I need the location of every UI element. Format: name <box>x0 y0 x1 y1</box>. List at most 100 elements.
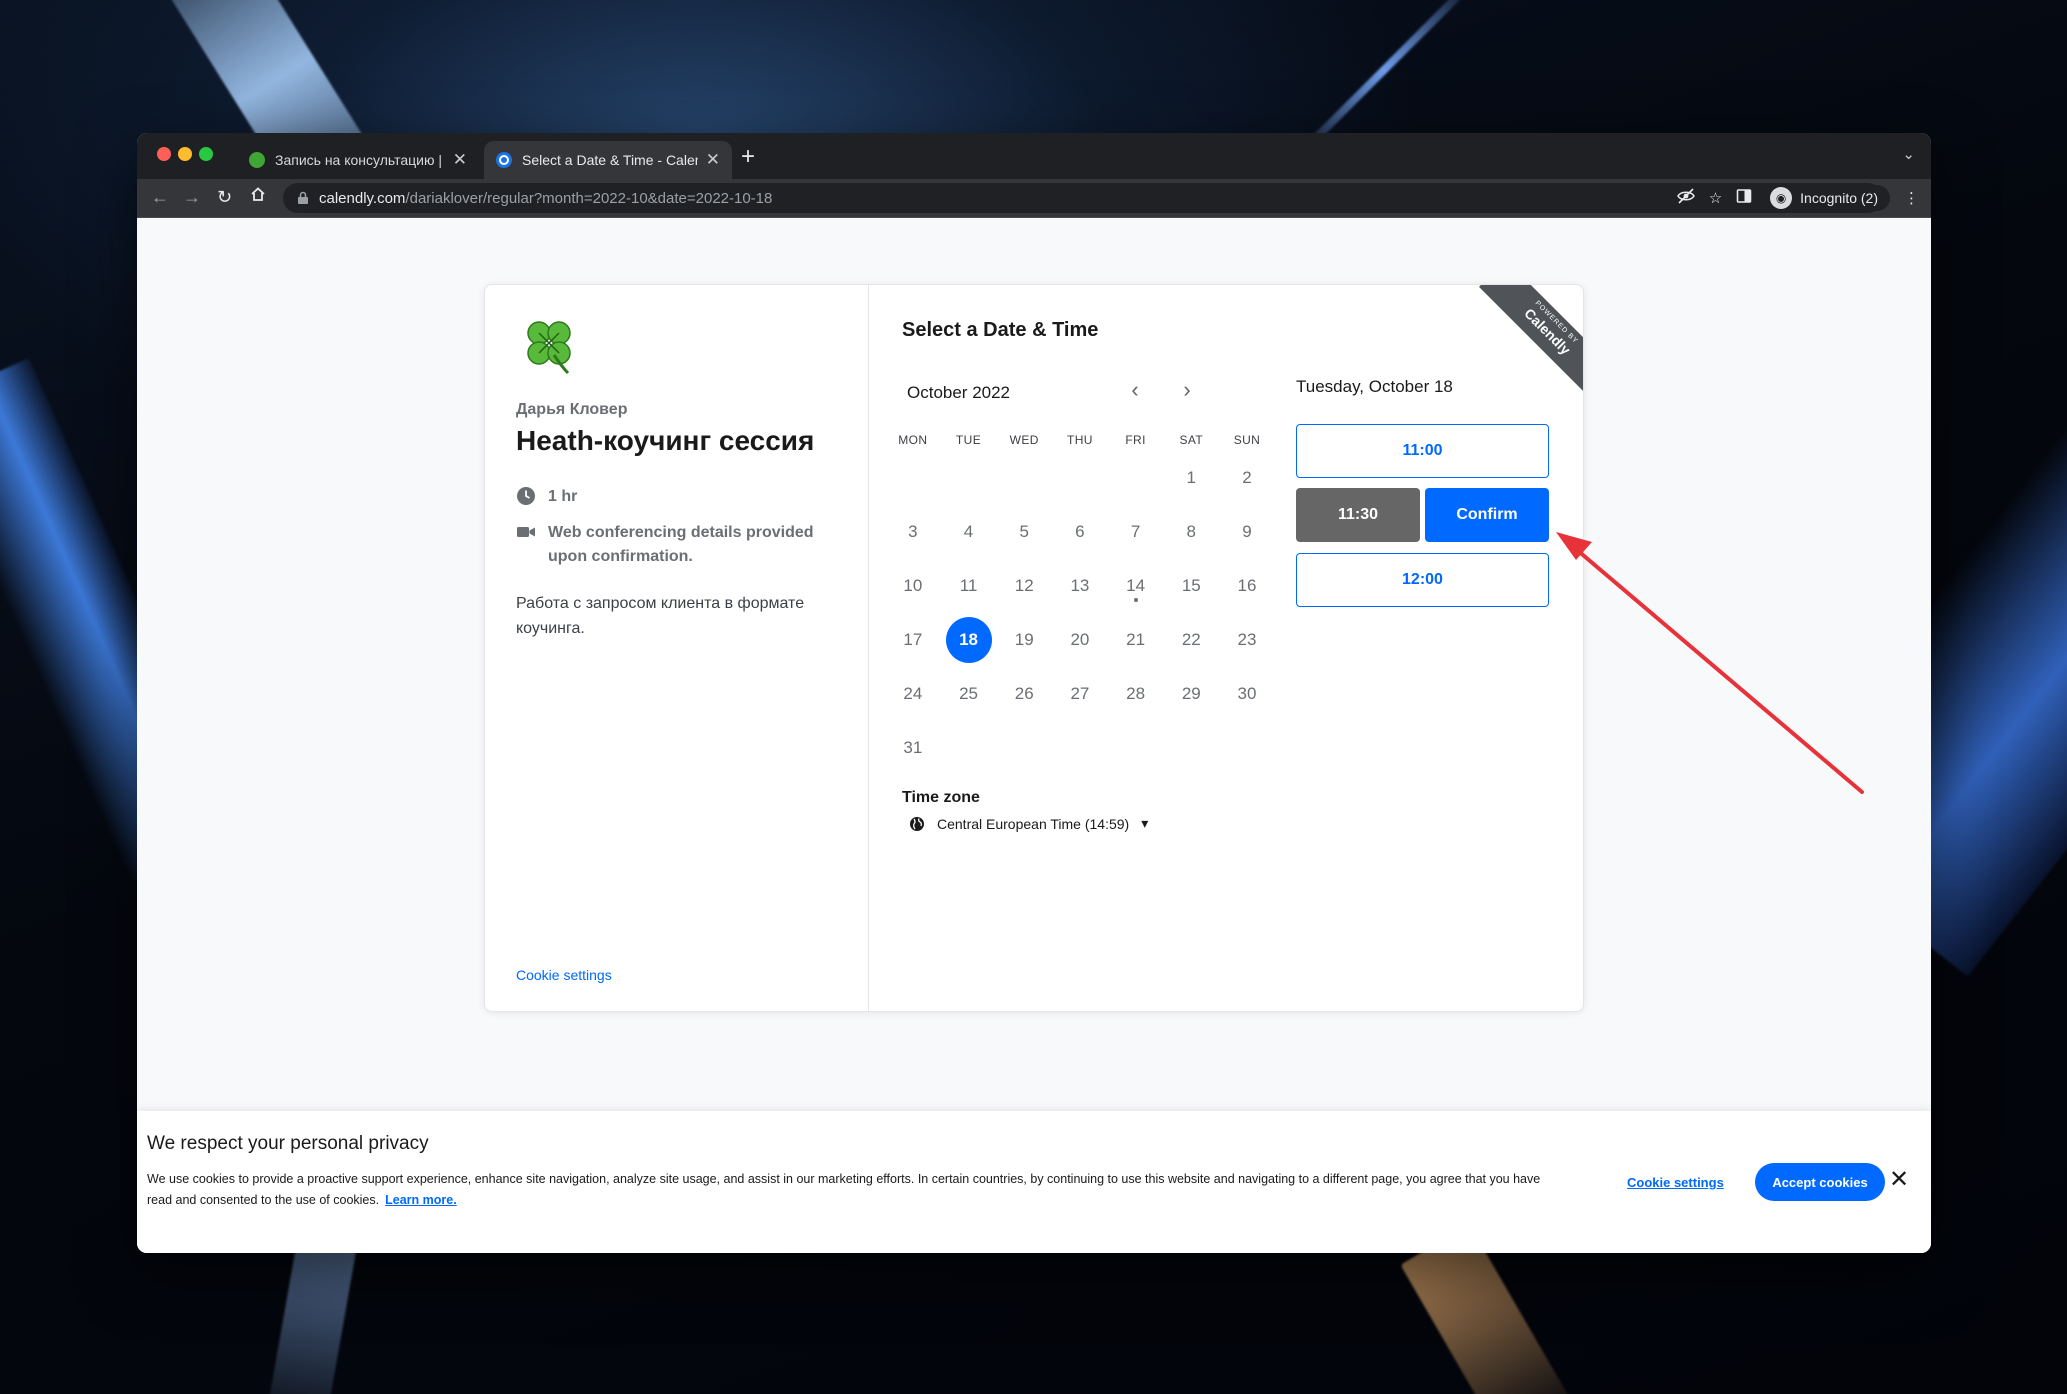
calendar-empty-cell <box>1108 451 1164 505</box>
video-camera-icon <box>517 527 535 537</box>
calendar-day: 7 <box>1108 505 1164 559</box>
calendar-day-number: 15 <box>1181 576 1201 595</box>
ribbon-band: POWERED BY Calendly <box>1479 285 1583 391</box>
tab-strip: Запись на консультацию | Дар ✕ Select a … <box>137 133 1931 179</box>
home-icon[interactable] <box>249 185 267 209</box>
page-content: Дарья Кловер Heath-коучинг сессия 1 hr W… <box>137 218 1931 1253</box>
event-location: Web conferencing details provided upon c… <box>516 521 836 569</box>
chevron-right-icon[interactable]: › <box>1175 377 1199 403</box>
calendar-day-number: 7 <box>1130 522 1141 541</box>
calendar-day: 9 <box>1219 505 1275 559</box>
calendar-day-number: 30 <box>1237 684 1257 703</box>
calendar-day-number: 19 <box>1014 630 1034 649</box>
calendar-week: 12 <box>885 451 1275 505</box>
eye-off-icon[interactable] <box>1676 188 1695 208</box>
page-title: Select a Date & Time <box>902 319 1099 341</box>
new-tab-icon[interactable]: + <box>741 143 755 171</box>
chevron-down-icon[interactable]: ⌄ <box>1902 145 1915 163</box>
calendar-day: 24 <box>885 667 941 721</box>
tab-title: Запись на консультацию | Дар <box>275 152 445 168</box>
cookie-settings-button[interactable]: Cookie settings <box>1627 1175 1724 1190</box>
learn-more-link[interactable]: Learn more. <box>385 1193 457 1207</box>
calendar-day: 22 <box>1163 613 1219 667</box>
bookmark-star-icon[interactable]: ☆ <box>1709 189 1722 207</box>
weekday-label: FRI <box>1125 433 1146 447</box>
calendar-day-number: 27 <box>1070 684 1090 703</box>
address-bar[interactable]: calendly.com/dariaklover/regular?month=2… <box>283 183 1883 213</box>
calendar-day: 25 <box>941 667 997 721</box>
powered-by-ribbon[interactable]: POWERED BY Calendly <box>1479 285 1583 391</box>
weekday-label: TUE <box>955 433 982 447</box>
back-icon[interactable]: ← <box>151 185 169 209</box>
calendar-day: 13 <box>1052 559 1108 613</box>
calendar-empty-cell <box>941 451 997 505</box>
clover-favicon-icon <box>249 152 265 168</box>
time-slot-button[interactable]: 11:00 <box>1296 424 1549 478</box>
calendar-day-number: 3 <box>908 522 918 541</box>
close-tab-icon[interactable]: ✕ <box>453 150 467 170</box>
calendar-week: 31 <box>885 721 1275 775</box>
calendar-day-number: 6 <box>1075 522 1085 541</box>
cookie-banner: We respect your personal privacy We use … <box>137 1111 1931 1253</box>
calendar-day-number: 12 <box>1014 576 1034 595</box>
calendar-day: 4 <box>941 505 997 559</box>
weekday-label: SAT <box>1179 433 1204 447</box>
calendar-grid: MON TUE WED THU FRI SAT SUN 1 2 3 4 5 6 7 8 9 10 11 12 13 1… <box>885 433 1275 775</box>
calendar-day: 28 <box>1108 667 1164 721</box>
confirm-button[interactable]: Confirm <box>1425 488 1549 542</box>
weekday-label: THU <box>1066 433 1093 447</box>
calendar-day-number: 14 <box>1126 576 1146 595</box>
globe-icon <box>910 816 924 831</box>
calendar-day: 20 <box>1052 613 1108 667</box>
url-text: calendly.com/dariaklover/regular?month=2… <box>319 190 772 207</box>
calendar-day: 10 <box>885 559 941 613</box>
calendar-day-number: 2 <box>1242 468 1252 487</box>
timezone-select[interactable]: Central European Time (14:59) ▾ <box>909 815 1148 832</box>
booking-card: Дарья Кловер Heath-коучинг сессия 1 hr W… <box>484 284 1584 1012</box>
cookie-banner-title: We respect your personal privacy <box>147 1133 429 1154</box>
calendar-day: 5 <box>996 505 1052 559</box>
cookie-banner-body: We use cookies to provide a proactive su… <box>147 1172 1541 1207</box>
close-tab-icon[interactable]: ✕ <box>706 150 720 170</box>
caret-down-icon: ▾ <box>1141 815 1149 831</box>
calendar-day-selected[interactable]: 18 <box>941 613 997 667</box>
cookie-settings-link[interactable]: Cookie settings <box>516 967 612 983</box>
weekday-label: WED <box>1009 433 1039 447</box>
cookie-banner-text: We use cookies to provide a proactive su… <box>147 1169 1567 1211</box>
calendar-week: 10 11 12 13 14 15 16 <box>885 559 1275 613</box>
reload-icon[interactable]: ↻ <box>217 185 232 209</box>
calendar-day: 26 <box>996 667 1052 721</box>
chevron-left-icon[interactable]: ‹ <box>1123 377 1147 403</box>
calendar-empty-cell <box>1052 451 1108 505</box>
calendar-empty-cell <box>996 451 1052 505</box>
close-icon[interactable]: ✕ <box>1889 1165 1909 1194</box>
forward-icon[interactable]: → <box>183 185 201 209</box>
incognito-profile-button[interactable]: ◉ Incognito (2) <box>1766 185 1890 211</box>
calendar-day-number: 18 <box>945 617 992 663</box>
calendar-day: 3 <box>885 505 941 559</box>
tab-consultation[interactable]: Запись на консультацию | Дар ✕ <box>237 141 479 179</box>
calendar-week: 24 25 26 27 28 29 30 <box>885 667 1275 721</box>
calendar-day: 31 <box>885 721 941 775</box>
zoom-window-button[interactable] <box>199 147 213 161</box>
calendar-day-number: 10 <box>903 576 923 595</box>
accept-cookies-button[interactable]: Accept cookies <box>1755 1163 1885 1201</box>
selected-time-slot[interactable]: 11:30 <box>1296 488 1420 542</box>
calendar-day-number: 28 <box>1126 684 1146 703</box>
calendar-day-number: 23 <box>1237 630 1257 649</box>
close-window-button[interactable] <box>157 147 171 161</box>
tab-calendly[interactable]: Select a Date & Time - Calendl ✕ <box>484 141 732 179</box>
clover-logo-icon <box>527 321 571 375</box>
calendar-day: 23 <box>1219 613 1275 667</box>
time-slot-button[interactable]: 12:00 <box>1296 553 1549 607</box>
side-panel-icon[interactable] <box>1736 188 1752 208</box>
event-description: Работа с запросом клиента в формате коуч… <box>516 595 805 637</box>
calendar-day-number: 4 <box>963 522 974 541</box>
calendar-empty-cell <box>941 721 997 775</box>
weekday-label: SUN <box>1233 433 1261 447</box>
lock-icon <box>297 191 309 205</box>
more-menu-icon[interactable]: ⋮ <box>1904 189 1919 207</box>
timezone-value: Central European Time (14:59) <box>937 815 1130 832</box>
calendar-day-number: 31 <box>903 738 923 757</box>
minimize-window-button[interactable] <box>178 147 192 161</box>
